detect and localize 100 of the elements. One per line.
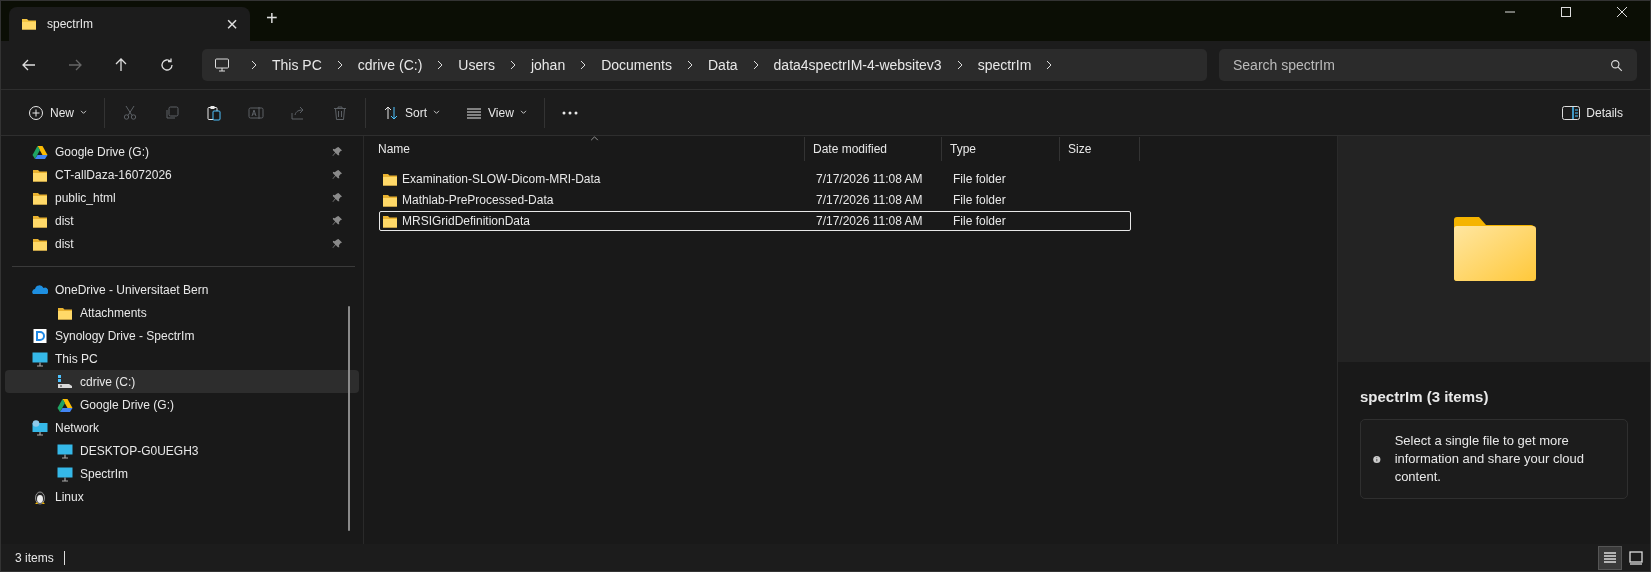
breadcrumb-item[interactable]: spectrIm — [977, 57, 1032, 73]
pin-icon[interactable] — [332, 215, 343, 226]
tiles-icon — [1629, 550, 1643, 565]
sidebar-item[interactable]: cdrive (C:) — [5, 370, 359, 393]
breadcrumb-item[interactable]: Data — [708, 57, 738, 73]
monitor-icon — [214, 57, 230, 73]
sidebar-item[interactable]: public_html — [5, 186, 359, 209]
column-header[interactable]: Date modified — [805, 137, 942, 161]
clipboard-icon — [206, 104, 222, 121]
sidebar-item[interactable]: SpectrIm — [5, 462, 359, 485]
pin-icon[interactable] — [332, 146, 343, 157]
penguin-icon — [32, 488, 48, 505]
sidebar-item[interactable]: Attachments — [5, 301, 359, 324]
type-cell-text: File folder — [952, 172, 1007, 186]
close-icon[interactable] — [1617, 7, 1627, 17]
breadcrumb-item[interactable]: cdrive (C:) — [357, 57, 423, 73]
scrollbar[interactable] — [348, 306, 350, 531]
close-tab-button[interactable]: × — [226, 14, 238, 34]
details-title: spectrIm (3 items) — [1360, 388, 1490, 405]
copy-icon — [164, 104, 180, 121]
breadcrumb-item[interactable]: data4spectrIM-4-websitev3 — [773, 57, 942, 73]
more-icon — [561, 110, 578, 115]
triangle-logo-icon — [32, 143, 48, 160]
rename-icon — [248, 104, 264, 121]
sidebar-item[interactable]: DESKTOP-G0UEGH3 — [5, 439, 359, 462]
app-icon — [32, 327, 48, 344]
window-tab[interactable]: spectrIm × — [9, 7, 250, 41]
chevron-icon[interactable] — [1045, 60, 1054, 70]
file-row[interactable]: MRSIGridDefinitionData 7/17/2026 11:08 AM File folder — [379, 211, 1131, 231]
pin-icon[interactable] — [332, 192, 343, 203]
pin-icon[interactable] — [332, 238, 343, 249]
view-button[interactable]: View — [456, 96, 537, 129]
details-view-button[interactable] — [1598, 545, 1622, 570]
sidebar-item[interactable]: Network — [5, 416, 359, 439]
sidebar-item[interactable]: CT-allDaza-16072026 — [5, 163, 359, 186]
details-button[interactable]: Details — [1552, 96, 1633, 129]
folder-icon — [382, 213, 398, 229]
plus-circle-icon — [28, 104, 44, 121]
share-icon — [290, 104, 306, 121]
sort-button[interactable]: Sort — [373, 96, 451, 129]
caret-icon — [433, 110, 441, 115]
chevron-icon[interactable] — [579, 60, 588, 70]
chevron-icon[interactable] — [436, 60, 445, 70]
sidebar-item[interactable]: dist — [5, 209, 359, 232]
file-name: MRSIGridDefinitionData — [402, 214, 531, 228]
file-row[interactable]: Examination-SLOW-Dicom-MRI-Data 7/17/2026 11:08 AM File folder — [379, 169, 1131, 189]
folder-icon — [21, 16, 37, 32]
hard-drive-icon — [57, 373, 73, 390]
caret-icon — [80, 110, 87, 115]
triangle-logo-icon — [57, 396, 73, 413]
date-cell-text: 7/17/2026 11:08 AM — [815, 172, 924, 186]
monitor-icon — [32, 350, 48, 367]
chevron-icon[interactable] — [751, 60, 760, 70]
breadcrumb-item[interactable]: This PC — [272, 57, 322, 73]
chevron-icon[interactable] — [250, 60, 258, 70]
chevron-icon[interactable] — [508, 60, 517, 70]
breadcrumb-item[interactable]: johan — [530, 57, 566, 73]
caret-icon — [519, 110, 527, 115]
sidebar-item[interactable]: dist — [5, 232, 359, 255]
type-cell-text: File folder — [952, 214, 1007, 228]
address-bar[interactable]: This PC cdrive (C:) Users johan Documents Data data4spectrIM-4-websitev3 spectrIm — [202, 49, 1207, 81]
info-text: Select a single file to get more information and share your cloud content. — [1394, 432, 1585, 486]
sort-caret-icon — [590, 136, 599, 141]
sidebar-item[interactable]: Synology Drive - SpectrIm — [5, 324, 359, 347]
column-header[interactable]: Size — [1060, 137, 1140, 161]
sidebar-item[interactable]: Google Drive (G:) — [5, 140, 359, 163]
tab-title: spectrIm — [47, 17, 94, 31]
monitor-icon — [57, 442, 73, 459]
chevron-icon[interactable] — [955, 60, 964, 70]
breadcrumb-item[interactable]: Users — [458, 57, 495, 73]
sidebar-item[interactable]: Linux — [5, 485, 359, 508]
list-icon — [1603, 550, 1617, 565]
search-field[interactable]: Search spectrIm — [1219, 49, 1637, 81]
sort-icon — [383, 104, 399, 121]
chevron-icon[interactable] — [686, 60, 694, 70]
type-cell-text: File folder — [952, 193, 1007, 207]
forward-arrow-icon[interactable] — [67, 57, 83, 73]
trash-icon — [332, 104, 348, 121]
breadcrumb-item[interactable]: Documents — [601, 57, 672, 73]
network-icon — [32, 419, 48, 436]
column-header[interactable]: Type — [942, 137, 1060, 161]
scissors-icon — [122, 104, 138, 121]
chevron-icon[interactable] — [335, 60, 344, 70]
sidebar-item[interactable]: Google Drive (G:) — [5, 393, 359, 416]
item-count: 3 items — [15, 550, 54, 565]
file-row[interactable]: Mathlab-PreProcessed-Data 7/17/2026 11:08 AM File folder — [379, 190, 1131, 210]
file-name: Mathlab-PreProcessed-Data — [402, 193, 554, 207]
up-arrow-icon[interactable] — [113, 57, 129, 73]
maximize-icon[interactable] — [1561, 7, 1571, 17]
sidebar-item[interactable]: OneDrive - Universitaet Bern — [5, 278, 359, 301]
new-tab-button[interactable]: + — [266, 6, 278, 30]
refresh-icon[interactable] — [159, 57, 175, 73]
date-cell-text: 7/17/2026 11:08 AM — [815, 193, 924, 207]
sidebar-item[interactable]: This PC — [5, 347, 359, 370]
column-header[interactable]: Name — [370, 137, 805, 161]
folder-icon — [1452, 216, 1536, 282]
new-button[interactable]: New — [18, 96, 97, 129]
back-arrow-icon[interactable] — [21, 57, 37, 73]
pin-icon[interactable] — [332, 169, 343, 180]
panel-icon — [1562, 105, 1581, 120]
